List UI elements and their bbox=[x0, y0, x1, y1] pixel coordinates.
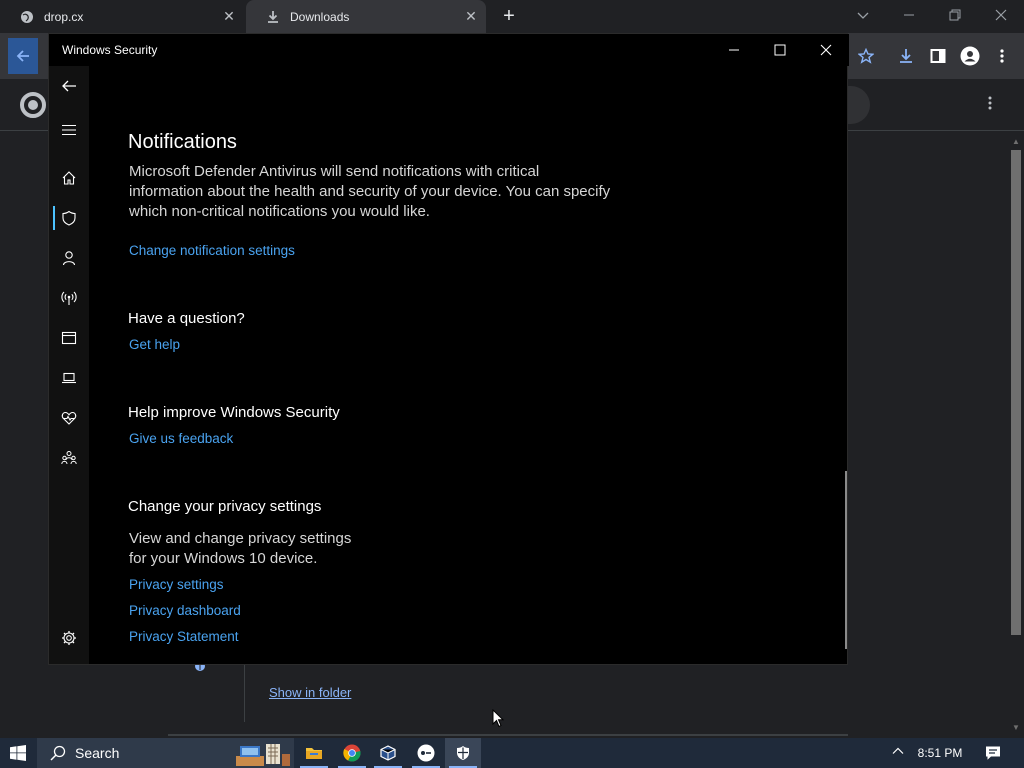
heart-pulse-icon[interactable] bbox=[49, 400, 89, 436]
action-center-icon[interactable] bbox=[978, 738, 1008, 768]
downloads-menu-icon[interactable] bbox=[983, 96, 997, 114]
ws-titlebar: Windows Security bbox=[49, 34, 849, 66]
profile-avatar-icon[interactable] bbox=[956, 42, 984, 70]
divider bbox=[244, 660, 245, 722]
back-arrow-icon[interactable] bbox=[8, 38, 38, 74]
minimize-icon[interactable] bbox=[711, 34, 757, 66]
search-icon bbox=[49, 744, 67, 762]
close-icon[interactable] bbox=[803, 34, 849, 66]
home-icon[interactable] bbox=[49, 160, 89, 196]
windows-security-icon[interactable] bbox=[445, 738, 481, 768]
person-icon[interactable] bbox=[49, 240, 89, 276]
close-tab-icon[interactable]: ✕ bbox=[222, 9, 236, 23]
show-in-folder-link[interactable]: Show in folder bbox=[269, 685, 351, 700]
browser-window-icon[interactable] bbox=[49, 320, 89, 356]
close-tab-icon[interactable]: ✕ bbox=[464, 9, 478, 23]
privacy-heading: Change your privacy settings bbox=[128, 498, 322, 515]
question-heading: Have a question? bbox=[128, 310, 245, 327]
bookmark-star-icon[interactable] bbox=[852, 42, 880, 70]
tab-title: drop.cx bbox=[44, 9, 84, 24]
change-notification-settings-link[interactable]: Change notification settings bbox=[129, 243, 295, 258]
gear-icon[interactable] bbox=[49, 620, 89, 656]
notifications-description: Microsoft Defender Antivirus will send n… bbox=[129, 162, 610, 222]
search-highlight-illustration-icon bbox=[236, 742, 292, 766]
chrome-close-icon[interactable] bbox=[978, 0, 1024, 30]
windows-security-window: Windows Security Notifications Microsoft… bbox=[48, 33, 849, 665]
improve-heading: Help improve Windows Security bbox=[128, 404, 340, 421]
text-line: Microsoft Defender Antivirus will send n… bbox=[129, 163, 540, 180]
mouse-cursor-icon bbox=[492, 708, 505, 728]
tab-search-chevron-icon[interactable] bbox=[856, 8, 872, 24]
chrome-restore-icon[interactable] bbox=[932, 0, 978, 30]
scroll-up-arrow-icon[interactable]: ▲ bbox=[1011, 137, 1021, 147]
give-feedback-link[interactable]: Give us feedback bbox=[129, 431, 233, 446]
nav-selected-indicator bbox=[53, 206, 55, 230]
ws-scrollbar[interactable] bbox=[845, 471, 847, 649]
text-line: View and change privacy settings bbox=[129, 530, 352, 547]
privacy-dashboard-link[interactable]: Privacy dashboard bbox=[129, 603, 241, 618]
ws-main-content: Notifications Microsoft Defender Antivir… bbox=[89, 66, 845, 664]
window-title: Windows Security bbox=[62, 43, 158, 57]
globe-icon bbox=[20, 10, 34, 24]
app-circle-icon[interactable] bbox=[408, 738, 444, 768]
chrome-icon[interactable] bbox=[334, 738, 370, 768]
laptop-icon[interactable] bbox=[49, 360, 89, 396]
divider bbox=[168, 734, 848, 736]
ws-sidebar bbox=[49, 66, 89, 664]
chrome-logo-icon bbox=[20, 92, 46, 118]
tab-downloads[interactable]: Downloads ✕ bbox=[246, 0, 486, 33]
scroll-down-arrow-icon[interactable]: ▼ bbox=[1011, 723, 1021, 733]
search-placeholder: Search bbox=[75, 745, 120, 761]
text-line: for your Windows 10 device. bbox=[129, 550, 318, 567]
side-panel-icon[interactable] bbox=[924, 42, 952, 70]
chrome-minimize-icon[interactable] bbox=[886, 0, 932, 30]
privacy-statement-link[interactable]: Privacy Statement bbox=[129, 629, 239, 644]
antenna-icon[interactable] bbox=[49, 280, 89, 316]
download-icon[interactable] bbox=[892, 42, 920, 70]
get-help-link[interactable]: Get help bbox=[129, 337, 180, 352]
taskbar-clock[interactable]: 8:51 PM bbox=[912, 738, 968, 768]
privacy-settings-link[interactable]: Privacy settings bbox=[129, 577, 224, 592]
new-tab-button[interactable]: + bbox=[499, 6, 519, 26]
windows-start-icon[interactable] bbox=[0, 738, 36, 768]
privacy-description: View and change privacy settings for you… bbox=[129, 529, 351, 569]
show-hidden-icons-chevron-icon[interactable] bbox=[888, 743, 908, 763]
more-menu-icon[interactable] bbox=[988, 42, 1016, 70]
virtualbox-icon[interactable] bbox=[370, 738, 406, 768]
shield-icon[interactable] bbox=[49, 200, 89, 236]
text-line: which non-critical notifications you wou… bbox=[129, 203, 430, 220]
download-icon bbox=[266, 10, 280, 24]
chrome-scroll-thumb[interactable] bbox=[1011, 150, 1021, 635]
hamburger-icon[interactable] bbox=[49, 112, 89, 148]
family-icon[interactable] bbox=[49, 440, 89, 476]
notifications-title: Notifications bbox=[128, 131, 237, 153]
tab-drop-cx[interactable]: drop.cx ✕ bbox=[0, 0, 244, 33]
back-arrow-icon[interactable] bbox=[49, 68, 89, 104]
file-explorer-icon[interactable] bbox=[296, 738, 332, 768]
maximize-icon[interactable] bbox=[757, 34, 803, 66]
text-line: information about the health and securit… bbox=[129, 183, 611, 200]
tab-title: Downloads bbox=[290, 9, 350, 24]
